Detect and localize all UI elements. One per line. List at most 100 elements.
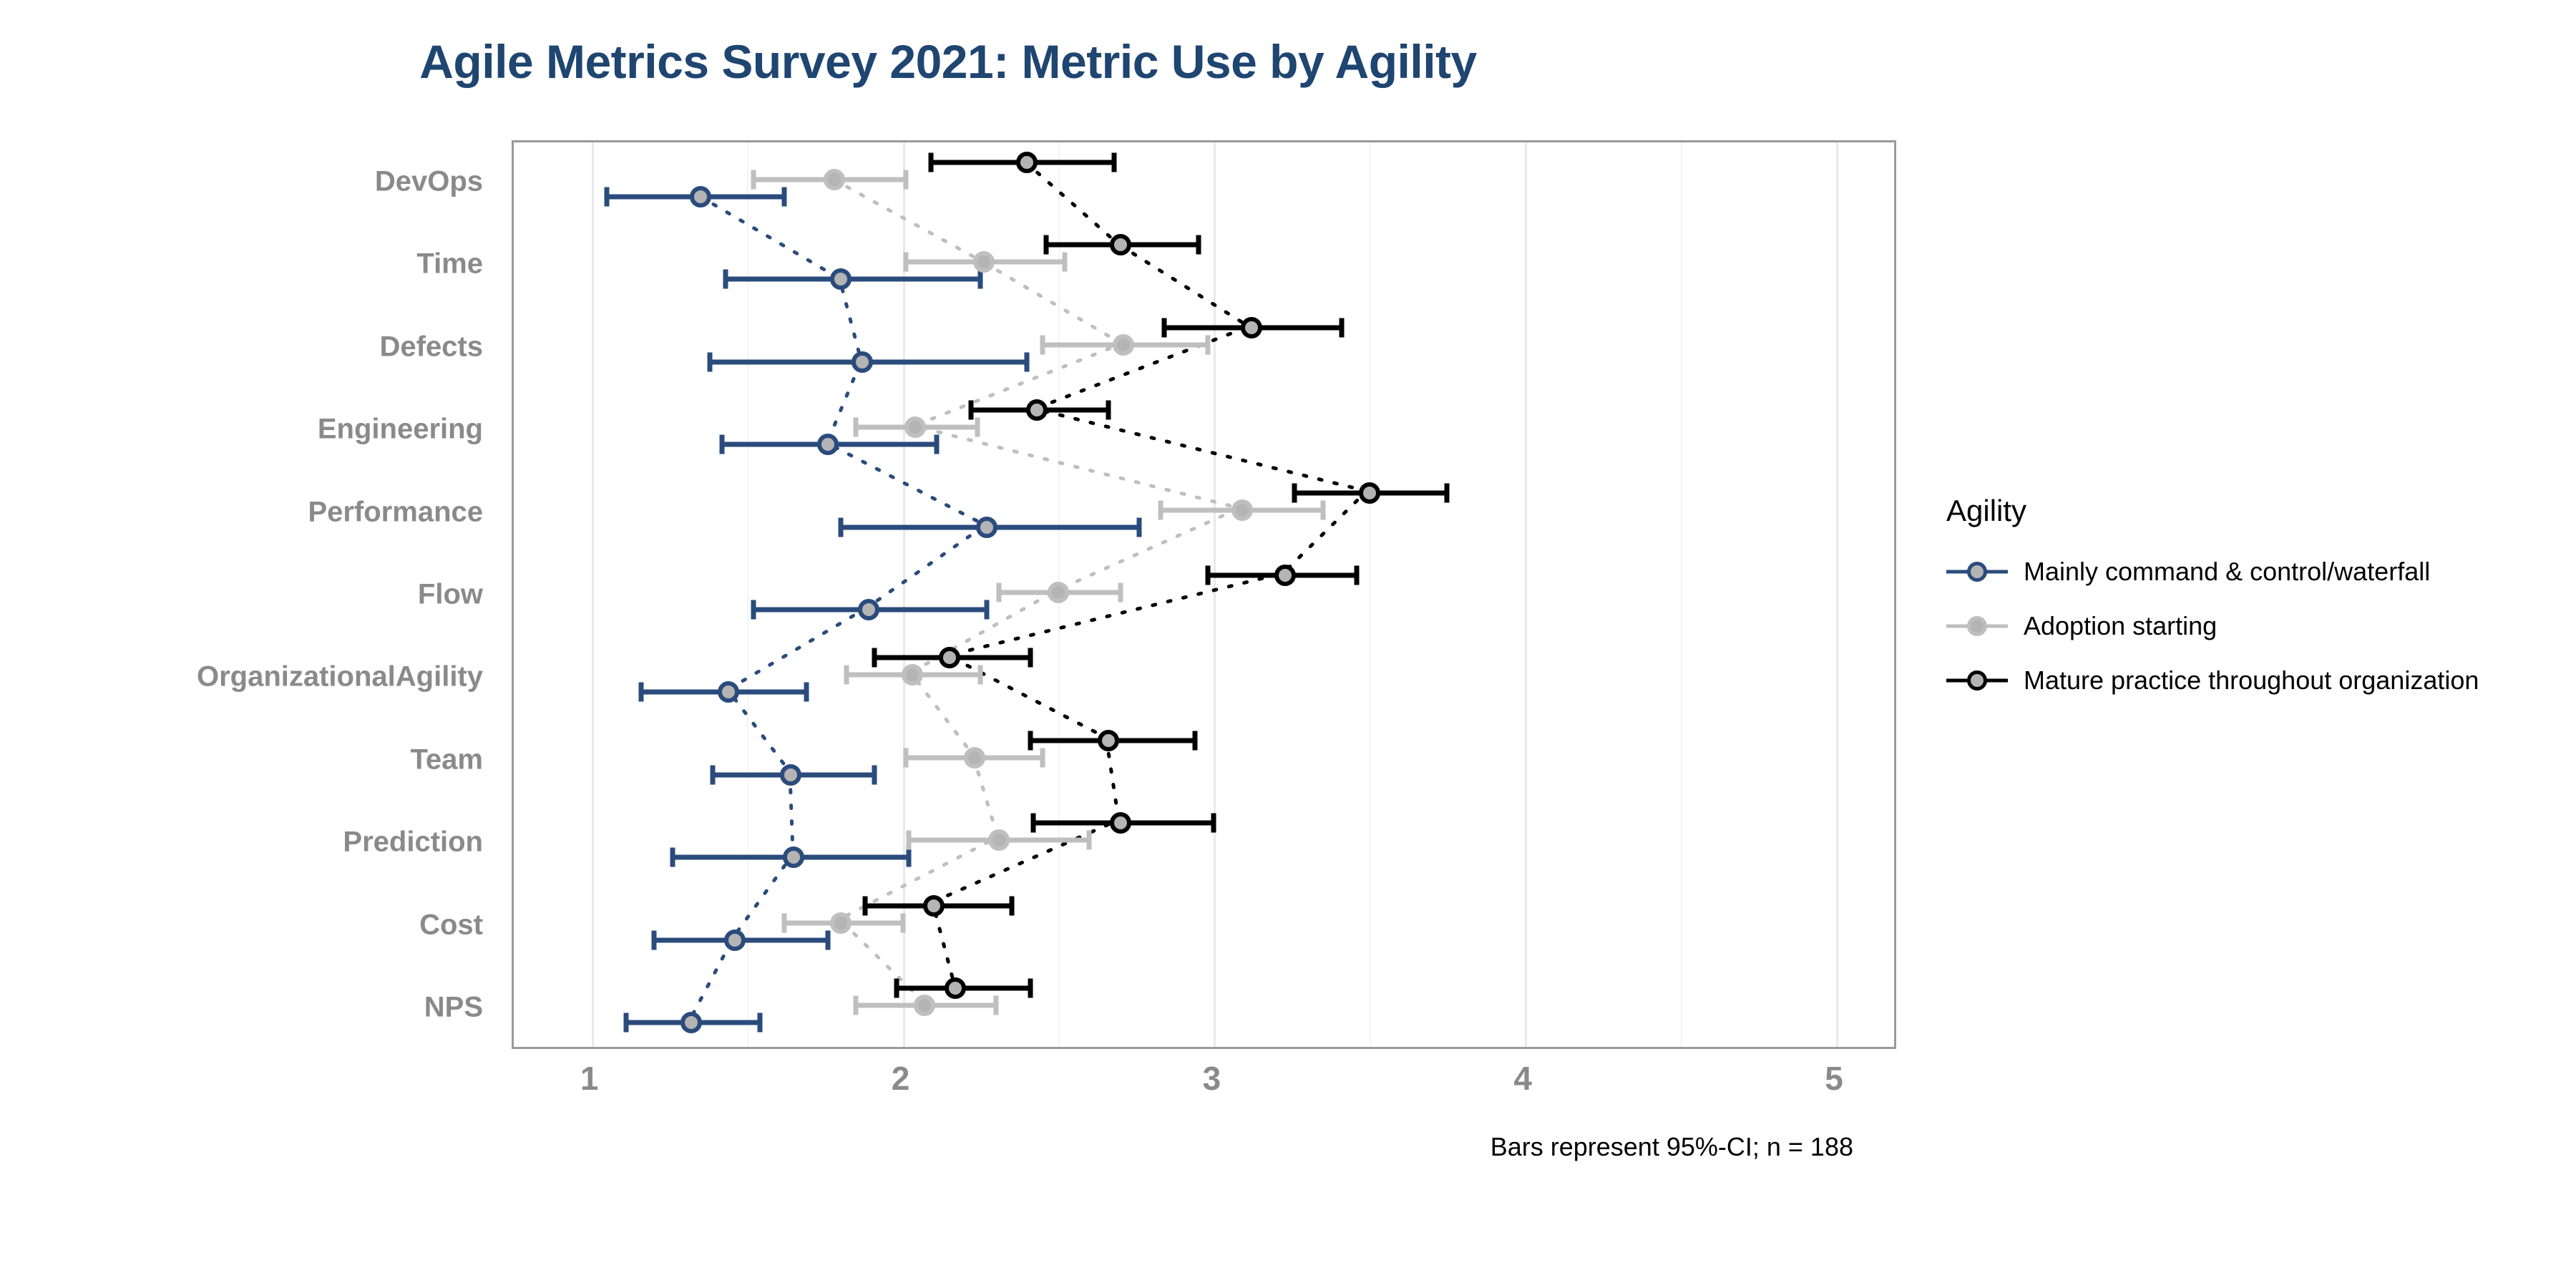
- data-point[interactable]: [1109, 812, 1131, 834]
- data-point[interactable]: [817, 434, 839, 456]
- page-title: Agile Metrics Survey 2021: Metric Use by…: [419, 35, 1477, 88]
- error-bar-cap: [1354, 565, 1360, 585]
- error-bar-cap: [903, 170, 909, 190]
- error-bar-cap: [781, 187, 787, 207]
- error-bar-cap: [853, 995, 859, 1015]
- error-bar-cap: [707, 352, 713, 372]
- data-point[interactable]: [780, 763, 801, 786]
- data-point[interactable]: [963, 746, 985, 769]
- error-bar-cap: [1009, 896, 1015, 916]
- error-bar-cap: [757, 1013, 763, 1033]
- data-point[interactable]: [783, 847, 805, 869]
- data-point[interactable]: [823, 168, 845, 190]
- legend-item-0[interactable]: Mainly command & control/waterfall: [1946, 557, 2533, 587]
- error-bar-cap: [903, 748, 909, 768]
- data-point[interactable]: [857, 599, 879, 620]
- error-bar-cap: [1211, 813, 1216, 833]
- error-bar-cap: [719, 434, 725, 454]
- error-bar-cap: [1086, 830, 1092, 850]
- error-bar-cap: [1136, 517, 1142, 537]
- data-point[interactable]: [829, 268, 852, 291]
- error-bar-cap: [977, 665, 983, 685]
- data-point[interactable]: [1097, 729, 1119, 751]
- data-point[interactable]: [1047, 582, 1069, 603]
- error-bar-cap: [804, 682, 809, 702]
- data-point[interactable]: [680, 1012, 702, 1034]
- error-bar-cap: [1205, 335, 1211, 355]
- error-bar-cap: [1158, 500, 1163, 520]
- y-axis-tick-label: DevOps: [374, 165, 483, 197]
- error-bar-cap: [651, 930, 657, 950]
- error-bar-cap: [781, 913, 787, 933]
- error-bar-cap: [751, 170, 756, 190]
- error-bar-cap: [1196, 235, 1201, 255]
- error-bar-cap: [1024, 352, 1030, 372]
- error-bar-cap: [1028, 978, 1033, 998]
- error-bar-cap: [1339, 318, 1345, 338]
- error-bar: [725, 276, 981, 282]
- data-point[interactable]: [975, 516, 997, 538]
- y-axis-tick-label: Flow: [417, 578, 483, 610]
- legend-item-1[interactable]: Adoption starting: [1946, 611, 2533, 641]
- error-bar-cap: [1444, 483, 1450, 503]
- error-bar-cap: [1028, 731, 1033, 751]
- data-point[interactable]: [718, 681, 740, 703]
- error-bar-cap: [723, 269, 728, 289]
- data-point[interactable]: [938, 647, 960, 669]
- data-point[interactable]: [723, 929, 746, 951]
- data-point[interactable]: [913, 995, 935, 1017]
- x-axis-tick-label: 2: [891, 1060, 910, 1097]
- y-axis-tick-label: Prediction: [343, 826, 483, 858]
- x-axis-tick-label: 3: [1202, 1060, 1221, 1097]
- error-bar-cap: [872, 765, 877, 785]
- y-axis-tick-label: Defects: [379, 331, 483, 363]
- data-point[interactable]: [988, 829, 1010, 852]
- data-point[interactable]: [923, 894, 945, 917]
- data-point[interactable]: [945, 977, 967, 1000]
- data-point[interactable]: [852, 351, 873, 373]
- error-bar-cap: [825, 930, 831, 950]
- error-bar-cap: [894, 978, 899, 998]
- error-bar-cap: [1205, 565, 1211, 585]
- data-point[interactable]: [689, 185, 711, 208]
- legend-key-icon: [1946, 614, 2008, 638]
- x-axis: 1 2 3 4 5: [512, 1049, 1896, 1113]
- data-point[interactable]: [904, 416, 926, 439]
- error-bar-cap: [906, 847, 912, 867]
- error-bar-cap: [993, 995, 999, 1015]
- data-point[interactable]: [1025, 399, 1048, 421]
- error-bar-cap: [1040, 748, 1045, 768]
- chart-page: Agile Metrics Survey 2021: Metric Use by…: [0, 0, 2576, 1288]
- error-bar-cap: [670, 847, 675, 867]
- data-point[interactable]: [1016, 151, 1038, 173]
- error-bar-cap: [900, 913, 906, 933]
- error-bar-cap: [838, 517, 844, 537]
- x-axis-tick-label: 4: [1513, 1060, 1532, 1097]
- error-bar-cap: [638, 682, 644, 702]
- error-bar-cap: [984, 600, 990, 620]
- error-bar-cap: [1161, 318, 1167, 338]
- data-point[interactable]: [901, 664, 923, 686]
- data-point[interactable]: [1274, 565, 1297, 586]
- data-point[interactable]: [829, 912, 852, 934]
- error-bar-cap: [1111, 152, 1117, 172]
- error-bar-cap: [968, 400, 974, 420]
- data-point[interactable]: [1358, 482, 1380, 504]
- data-point[interactable]: [1109, 234, 1131, 256]
- error-bar-cap: [1320, 500, 1326, 520]
- data-point[interactable]: [972, 251, 995, 273]
- data-point[interactable]: [1240, 316, 1262, 338]
- legend-item-2[interactable]: Mature practice throughout organization: [1946, 665, 2533, 696]
- x-axis-tick-label: 5: [1825, 1060, 1843, 1097]
- legend-key-icon: [1946, 560, 2008, 584]
- error-bar-cap: [1028, 648, 1033, 668]
- legend-items: Mainly command & control/waterfall Adopti…: [1946, 557, 2533, 696]
- data-point[interactable]: [1113, 333, 1135, 356]
- legend-title: Agility: [1946, 494, 2027, 527]
- y-axis-tick-label: Performance: [308, 496, 483, 528]
- error-bar-cap: [604, 187, 610, 207]
- error-bar-cap: [903, 252, 909, 272]
- series-layer: [514, 142, 1894, 1047]
- data-point[interactable]: [1231, 499, 1253, 521]
- legend: Agility Mainly command & control/waterfa…: [1946, 494, 2533, 720]
